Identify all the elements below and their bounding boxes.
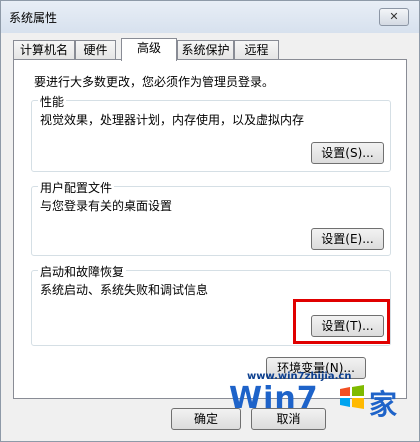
user-profiles-group: 用户配置文件 与您登录有关的桌面设置 设置(E)... (31, 179, 391, 256)
tab-strip: 计算机名 硬件 高级 系统保护 远程 (13, 38, 413, 61)
startup-recovery-group: 启动和故障恢复 系统启动、系统失败和调试信息 设置(T)... (31, 263, 391, 346)
startup-recovery-desc: 系统启动、系统失败和调试信息 (40, 283, 209, 297)
user-profiles-desc: 与您登录有关的桌面设置 (40, 199, 173, 213)
user-profiles-title: 用户配置文件 (38, 179, 115, 196)
startup-recovery-title: 启动和故障恢复 (38, 263, 127, 280)
admin-notice: 要进行大多数更改，您必须作为管理员登录。 (34, 75, 275, 89)
tab-hardware[interactable]: 硬件 (75, 40, 116, 60)
close-button[interactable]: ✕ (379, 8, 409, 26)
window-title: 系统属性 (9, 11, 58, 25)
watermark-suffix: 家 (369, 388, 398, 421)
watermark-brand: Win7 (229, 381, 319, 416)
performance-settings-button[interactable]: 设置(S)... (311, 142, 384, 164)
tab-computer-name[interactable]: 计算机名 (13, 40, 75, 60)
performance-title: 性能 (38, 93, 67, 110)
system-properties-window: 系统属性 ✕ 计算机名 硬件 高级 系统保护 远程 要进行大多数更改，您必须作为… (0, 0, 420, 442)
close-icon: ✕ (389, 10, 399, 23)
performance-group: 性能 视觉效果，处理器计划，内存使用，以及虚拟内存 设置(S)... (31, 93, 391, 172)
tab-advanced[interactable]: 高级 (121, 38, 177, 61)
tab-remote[interactable]: 远程 (234, 40, 279, 60)
user-profiles-settings-button[interactable]: 设置(E)... (311, 228, 384, 250)
title-bar[interactable]: 系统属性 ✕ (1, 1, 419, 33)
advanced-tab-panel: 要进行大多数更改，您必须作为管理员登录。 性能 视觉效果，处理器计划，内存使用，… (13, 59, 407, 399)
performance-desc: 视觉效果，处理器计划，内存使用，以及虚拟内存 (40, 113, 305, 127)
site-watermark: www.win7zhijia.cn Win7 家 (229, 371, 417, 437)
tab-system-protection[interactable]: 系统保护 (177, 40, 234, 60)
startup-recovery-settings-button[interactable]: 设置(T)... (311, 315, 384, 337)
windows-flag-icon (340, 385, 364, 409)
